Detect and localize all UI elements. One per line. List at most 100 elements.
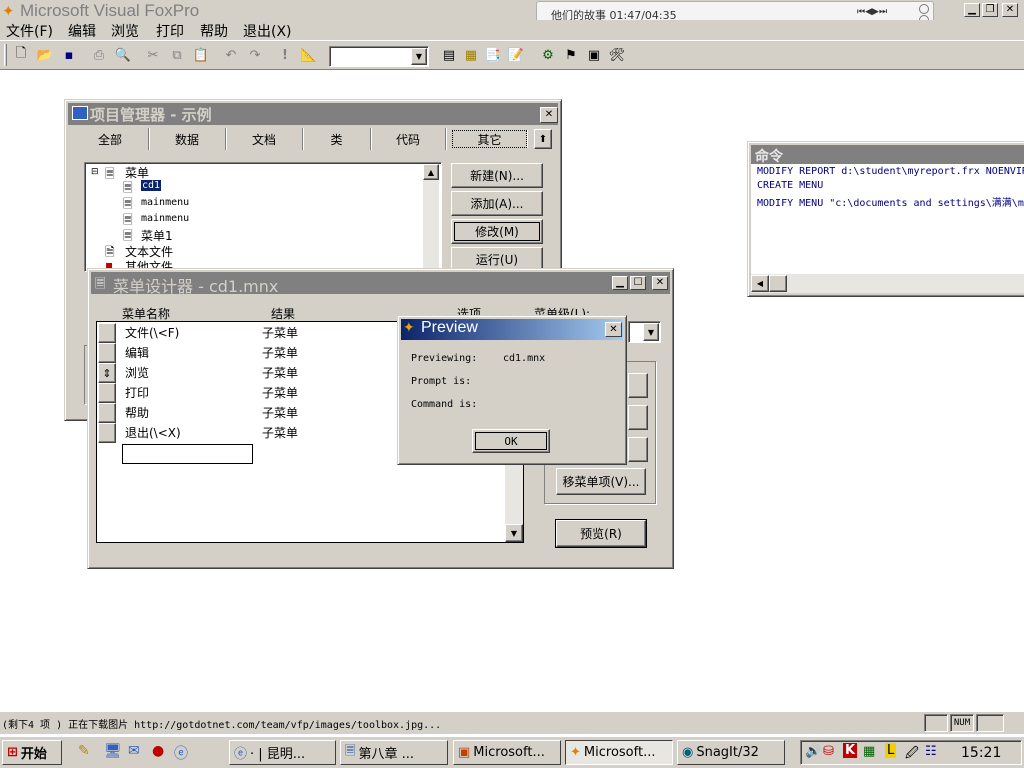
close-icon[interactable]: ✕ [652,276,668,290]
tree-item-cd1[interactable]: cd1 [141,180,162,191]
menu-item-name[interactable]: 退出(\<X) [125,424,181,441]
project-tree[interactable]: ⊟ 🗏 菜单 🗏 cd1 🗏 mainmenu 🗏 mainmenu 🗏 菜单1… [84,162,442,272]
tab-code[interactable]: 代码 [371,128,446,150]
close-icon[interactable]: ✕ [605,322,622,337]
debugger-icon[interactable]: ⚙ [537,44,559,66]
preview-button[interactable]: 预览(R) [555,519,647,548]
modify-form-icon[interactable]: 📐 [298,44,320,66]
view-window-icon[interactable]: ▦ [460,44,482,66]
tab-other[interactable]: 其它 [452,130,527,148]
network-icon[interactable]: ▦ [863,744,875,759]
tab-documents[interactable]: 文档 [226,128,303,150]
app-close-button[interactable]: ✕ [1002,3,1018,17]
command-window-icon[interactable]: ▤ [438,44,460,66]
maximize-icon[interactable]: ☐ [630,276,646,290]
tree-item-mainmenu[interactable]: mainmenu [141,197,189,208]
new-file-icon[interactable]: 🗋 [10,44,32,66]
menu-item-name[interactable]: 编辑 [125,344,149,361]
tree-item-mainmenu-2[interactable]: mainmenu [141,213,189,224]
chevron-down-icon[interactable]: ▼ [643,323,659,341]
menu-item-name[interactable]: 打印 [125,384,149,401]
task-button-word[interactable]: 🗏 第八章 ... [340,740,448,765]
input-method-icon[interactable]: ☷ [925,744,937,759]
ie-icon[interactable]: ⓔ [174,743,188,763]
row-mover-icon[interactable]: ⇕ [98,363,116,383]
modify-button[interactable]: 修改(M) [451,219,543,244]
desktop-icon[interactable]: 🖥 [104,743,122,759]
chevron-left-icon[interactable]: ◀ [751,275,769,292]
app-minimize-button[interactable]: ▁ [964,3,980,17]
menu-item-result[interactable]: 子菜单 [262,324,298,341]
tree-item-menu1[interactable]: 菜单1 [141,227,173,244]
task-button-foxpro[interactable]: ✦ Microsoft... [565,740,673,765]
command-hscrollbar[interactable]: ◀ [751,274,1024,293]
menu-print[interactable]: 打印 [156,21,184,41]
form-wizard-icon[interactable]: ⚑ [560,44,582,66]
print-preview-icon[interactable]: 🔍 [112,44,134,66]
tree-scrollbar[interactable] [423,180,439,271]
remove-item-button[interactable]: 移菜单项(V)... [556,468,646,495]
ok-button[interactable]: OK [472,429,550,453]
minimize-icon[interactable]: ▁ [612,276,628,290]
database-combo[interactable]: ▼ [329,46,429,67]
menu-exit[interactable]: 退出(X) [243,21,292,41]
menu-browse[interactable]: 浏览 [111,21,139,41]
menu-item-name[interactable]: 浏览 [125,364,149,381]
row-mover[interactable] [98,403,116,423]
insert-button[interactable] [628,373,648,398]
insert-bar-button[interactable] [628,405,648,430]
task-button-ppt[interactable]: ▣ Microsoft... [453,740,561,765]
row-mover[interactable] [98,343,116,363]
outlook-icon[interactable]: ✉ [128,743,140,759]
chevron-down-icon[interactable]: ▼ [505,524,523,542]
paste-icon[interactable]: 📋 [190,44,212,66]
form-designer-icon[interactable]: ▣ [583,44,605,66]
tree-expander-icon[interactable]: ⊟ [91,167,99,177]
row-mover[interactable] [98,323,116,343]
command-editor[interactable]: MODIFY REPORT d:\student\myreport.frx NO… [751,164,1024,274]
undo-icon[interactable]: ↶ [220,44,242,66]
cut-icon[interactable]: ✂ [142,44,164,66]
menu-item-name[interactable]: 帮助 [125,404,149,421]
start-button[interactable]: ⊞ 开始 [2,740,62,765]
tree-scroll-up[interactable]: ▲ [423,164,439,180]
player-close-icon[interactable] [919,4,929,14]
open-folder-icon[interactable]: 📂 [34,44,56,66]
menu-item-result[interactable]: 子菜单 [262,344,298,361]
pencil-icon[interactable]: ✎ [78,743,90,759]
delete-button[interactable] [628,437,648,462]
menu-item-name[interactable]: 文件(\<F) [125,324,179,341]
menu-item-result[interactable]: 子菜单 [262,424,298,441]
copy-icon[interactable]: ⧉ [166,44,188,66]
kaspersky-icon[interactable]: K [843,743,858,758]
close-icon[interactable]: ✕ [540,107,558,123]
menu-item-result[interactable]: 子菜单 [262,404,298,421]
properties-icon[interactable]: 📑 [482,44,504,66]
tab-all[interactable]: 全部 [72,128,149,150]
tab-data[interactable]: 数据 [149,128,226,150]
menu-edit[interactable]: 编辑 [68,21,96,41]
new-button[interactable]: 新建(N)... [451,163,543,188]
app-red-icon[interactable]: ● [152,743,164,759]
player-controls-icon[interactable]: ⏮◀▶⏭ [857,7,887,17]
scroll-thumb[interactable] [769,275,787,292]
ime-icon[interactable]: L [885,743,897,758]
tray-app-icon[interactable]: ⛁ [823,744,834,759]
collapse-button[interactable]: ⬆ [534,129,552,149]
app-restore-button[interactable]: ❐ [982,3,998,17]
run-icon[interactable]: ! [274,44,296,66]
menu-level-combo[interactable]: ▼ [628,321,661,343]
menu-file[interactable]: 文件(F) [6,21,53,41]
pen-icon[interactable]: 🖉 [905,744,919,766]
print-icon[interactable]: ⎙ [88,44,110,66]
row-mover[interactable] [98,423,116,443]
redo-icon[interactable]: ↷ [244,44,266,66]
tools-icon[interactable]: 🛠 [606,44,628,66]
menu-item-result[interactable]: 子菜单 [262,384,298,401]
menu-item-result[interactable]: 子菜单 [262,364,298,381]
chevron-down-icon[interactable]: ▼ [411,48,427,65]
save-icon[interactable]: ▪ [58,44,80,66]
menu-help[interactable]: 帮助 [200,21,228,41]
tab-classes[interactable]: 类 [303,128,371,150]
code-window-icon[interactable]: 📝 [505,44,527,66]
